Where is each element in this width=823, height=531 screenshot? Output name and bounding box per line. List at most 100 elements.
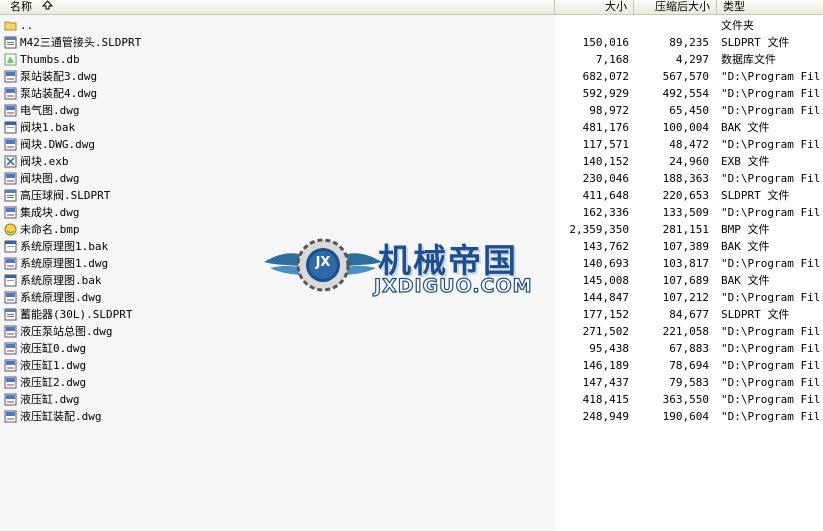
file-name: 蓄能器(30L).SLDPRT: [20, 308, 133, 321]
file-type: SLDPRT 文件: [721, 36, 790, 49]
file-name: 液压缸0.dwg: [20, 342, 87, 355]
file-row[interactable]: 阀块1.bak 481,176 100,004 BAK 文件: [0, 119, 823, 136]
column-header: 名称 大小 压缩后大小 类型: [0, 0, 823, 15]
file-size: 145,008: [582, 274, 629, 287]
file-name: 泵站装配4.dwg: [20, 87, 98, 100]
file-compressed-size: 100,004: [662, 121, 709, 134]
file-row[interactable]: 阀块.exb 140,152 24,960 EXB 文件: [0, 153, 823, 170]
file-compressed-size: 133,509: [662, 206, 709, 219]
file-name: M42三通管接头.SLDPRT: [20, 36, 142, 49]
column-size-label: 大小: [605, 0, 627, 13]
file-row[interactable]: 液压缸0.dwg 95,438 67,883 "D:\Program Fil...: [0, 340, 823, 357]
file-compressed-size: 103,817: [662, 257, 709, 270]
file-size: 271,502: [582, 325, 629, 338]
file-size: 411,648: [582, 189, 629, 202]
file-size: 150,016: [582, 36, 629, 49]
file-size: 147,437: [582, 376, 629, 389]
generic-file-icon: [4, 274, 17, 287]
file-row[interactable]: 阀块图.dwg 230,046 188,363 "D:\Program Fil...: [0, 170, 823, 187]
file-type: "D:\Program Fil...: [721, 342, 823, 355]
file-name: 系统原理图1.dwg: [20, 257, 109, 270]
dwg-file-icon: [4, 70, 17, 83]
dwg-file-icon: [4, 376, 17, 389]
file-compressed-size: 107,212: [662, 291, 709, 304]
file-name: 未命名.bmp: [20, 223, 80, 236]
file-row[interactable]: 集成块.dwg 162,336 133,509 "D:\Program Fil...: [0, 204, 823, 221]
file-row[interactable]: 电气图.dwg 98,972 65,450 "D:\Program Fil...: [0, 102, 823, 119]
file-row[interactable]: 系统原理图.dwg 144,847 107,212 "D:\Program Fil..…: [0, 289, 823, 306]
file-row[interactable]: 未命名.bmp 2,359,350 281,151 BMP 文件: [0, 221, 823, 238]
dwg-file-icon: [4, 87, 17, 100]
file-size: 682,072: [582, 70, 629, 83]
file-row[interactable]: 系统原理图1.bak 143,762 107,389 BAK 文件: [0, 238, 823, 255]
file-row[interactable]: 液压缸.dwg 418,415 363,550 "D:\Program Fil...: [0, 391, 823, 408]
file-compressed-size: 567,570: [662, 70, 709, 83]
file-row[interactable]: M42三通管接头.SLDPRT 150,016 89,235 SLDPRT 文件: [0, 34, 823, 51]
file-row[interactable]: 泵站装配4.dwg 592,929 492,554 "D:\Program Fil..…: [0, 85, 823, 102]
column-header-name[interactable]: 名称: [0, 0, 555, 14]
dwg-file-icon: [4, 393, 17, 406]
file-compressed-size: 220,653: [662, 189, 709, 202]
file-name: 高压球阀.SLDPRT: [20, 189, 111, 202]
file-name: 阀块1.bak: [20, 121, 76, 134]
column-compressed-label: 压缩后大小: [655, 0, 710, 13]
file-type: SLDPRT 文件: [721, 189, 790, 202]
sldprt-file-icon: [4, 308, 17, 321]
file-type: SLDPRT 文件: [721, 308, 790, 321]
column-header-type[interactable]: 类型: [717, 0, 823, 14]
file-size: 481,176: [582, 121, 629, 134]
file-type: "D:\Program Fil...: [721, 138, 823, 151]
file-row[interactable]: 系统原理图1.dwg 140,693 103,817 "D:\Program Fil.…: [0, 255, 823, 272]
file-row[interactable]: 高压球阀.SLDPRT 411,648 220,653 SLDPRT 文件: [0, 187, 823, 204]
file-size: 230,046: [582, 172, 629, 185]
file-row[interactable]: .. 文件夹: [0, 17, 823, 34]
file-row[interactable]: Thumbs.db 7,168 4,297 数据库文件: [0, 51, 823, 68]
file-size: 162,336: [582, 206, 629, 219]
file-compressed-size: 89,235: [669, 36, 709, 49]
column-name-label: 名称: [10, 0, 32, 13]
dwg-file-icon: [4, 291, 17, 304]
dwg-file-icon: [4, 172, 17, 185]
file-size: 144,847: [582, 291, 629, 304]
file-name: 阀块.DWG.dwg: [20, 138, 95, 151]
file-row[interactable]: 液压缸1.dwg 146,189 78,694 "D:\Program Fil...: [0, 357, 823, 374]
dwg-file-icon: [4, 206, 17, 219]
file-row[interactable]: 系统原理图.bak 145,008 107,689 BAK 文件: [0, 272, 823, 289]
column-header-compressed[interactable]: 压缩后大小: [634, 0, 717, 14]
file-row[interactable]: 蓄能器(30L).SLDPRT 177,152 84,677 SLDPRT 文件: [0, 306, 823, 323]
file-size: 98,972: [589, 104, 629, 117]
file-name: 集成块.dwg: [20, 206, 80, 219]
file-row[interactable]: 液压缸装配.dwg 248,949 190,604 "D:\Program Fil..…: [0, 408, 823, 425]
file-name: Thumbs.db: [20, 53, 80, 66]
file-compressed-size: 107,689: [662, 274, 709, 287]
folder-up-icon: [4, 19, 17, 32]
sldprt-file-icon: [4, 189, 17, 202]
file-row[interactable]: 泵站装配3.dwg 682,072 567,570 "D:\Program Fil..…: [0, 68, 823, 85]
file-name: 液压缸.dwg: [20, 393, 80, 406]
file-type: BMP 文件: [721, 223, 770, 236]
file-name: 系统原理图1.bak: [20, 240, 109, 253]
dwg-file-icon: [4, 257, 17, 270]
file-type: BAK 文件: [721, 240, 770, 253]
file-row[interactable]: 阀块.DWG.dwg 117,571 48,472 "D:\Program Fil..…: [0, 136, 823, 153]
dwg-file-icon: [4, 325, 17, 338]
generic-file-icon: [4, 121, 17, 134]
file-compressed-size: 492,554: [662, 87, 709, 100]
file-compressed-size: 24,960: [669, 155, 709, 168]
file-row[interactable]: 液压泵站总图.dwg 271,502 221,058 "D:\Program Fil.…: [0, 323, 823, 340]
file-size: 95,438: [589, 342, 629, 355]
file-type: "D:\Program Fil...: [721, 172, 823, 185]
file-row[interactable]: 液压缸2.dwg 147,437 79,583 "D:\Program Fil...: [0, 374, 823, 391]
file-size: 592,929: [582, 87, 629, 100]
file-compressed-size: 281,151: [662, 223, 709, 236]
column-header-size[interactable]: 大小: [555, 0, 634, 14]
file-type: "D:\Program Fil...: [721, 291, 823, 304]
file-compressed-size: 84,677: [669, 308, 709, 321]
file-type: BAK 文件: [721, 121, 770, 134]
column-type-label: 类型: [723, 0, 745, 13]
file-type: "D:\Program Fil...: [721, 70, 823, 83]
file-size: 117,571: [582, 138, 629, 151]
file-compressed-size: 78,694: [669, 359, 709, 372]
file-type: BAK 文件: [721, 274, 770, 287]
dwg-file-icon: [4, 104, 17, 117]
